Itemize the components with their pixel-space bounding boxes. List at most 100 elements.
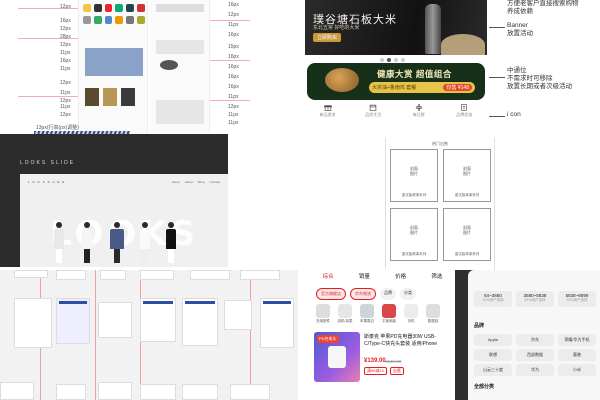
gift-icon <box>323 105 332 111</box>
screen-thumb[interactable] <box>56 298 90 344</box>
nav-item-quality[interactable]: 品质生活 <box>365 104 381 118</box>
promo-card[interactable]: 健康大赏 超值组合 大宗油+鲁雨鸡 套餐 仅售 ¥148 <box>307 63 485 100</box>
screen-thumb[interactable] <box>182 384 218 400</box>
nav-item-new[interactable]: 新品首发 <box>320 104 336 118</box>
brand-grid: Apple 京东 荣耀/华为手机 联想 西部数据 惠普 山云三十度 华为 小米 <box>474 334 596 376</box>
screen-thumb[interactable] <box>56 270 86 280</box>
screen-thumb[interactable] <box>240 270 280 280</box>
price-range-option[interactable]: 5838~8899 15%用户选择 <box>558 291 596 307</box>
screen-thumb[interactable] <box>224 300 252 330</box>
carousel-dot[interactable] <box>401 58 405 62</box>
menu-item[interactable]: Contact <box>210 180 220 184</box>
rice-image <box>441 34 485 55</box>
looks-page-mockup: L O O K S U R E Home About Shop Contact … <box>20 174 228 267</box>
spacing-tag: 11px <box>60 90 71 96</box>
nav-label: 新品首发 <box>319 112 336 117</box>
shop-list-panel: 综合 销量 价格 筛选 官方旗舰店 京东物流 品牌 分类 充电配件 耳机/耳麦 … <box>310 268 455 400</box>
category-thumb[interactable]: 耳机/耳麦 <box>336 304 354 324</box>
screen-thumb[interactable] <box>100 270 126 280</box>
screen-thumb[interactable] <box>98 382 132 400</box>
category-thumb[interactable]: 充电配件 <box>314 304 332 324</box>
screen-thumb[interactable] <box>14 298 52 348</box>
spacing-tag: 12px <box>60 26 71 32</box>
banner-buy-button[interactable]: 立即购买 <box>313 33 342 42</box>
annotation-leader <box>489 27 505 28</box>
price-range-option[interactable]: 3680~5838 52%用户选择 <box>516 291 554 307</box>
product-title[interactable]: 斯泰克 苹果PD充电器30W USB-C/Type-C快充头套装 适用iPhon… <box>364 334 452 348</box>
app-icon <box>83 16 91 24</box>
brand-option[interactable]: 小米 <box>558 364 596 376</box>
tab-comprehensive[interactable]: 综合 <box>323 272 334 280</box>
spacing-tag: 16px <box>228 74 239 80</box>
promo-pill[interactable]: 大宗油+鲁雨鸡 套餐 仅售 ¥148 <box>369 82 475 93</box>
screen-thumb[interactable] <box>140 270 174 280</box>
screen-thumb[interactable] <box>0 382 34 400</box>
menu-item[interactable]: Shop <box>198 180 205 184</box>
menu-item[interactable]: About <box>185 180 193 184</box>
category-thumb[interactable]: 苹果周边 <box>358 304 376 324</box>
screen-thumb[interactable] <box>260 298 294 348</box>
sort-tabs: 综合 销量 价格 筛选 <box>310 272 455 280</box>
category-thumb[interactable]: 平板电脑 <box>380 304 398 324</box>
spacing-tag: 11px <box>60 66 71 72</box>
screen-thumb[interactable] <box>230 384 270 400</box>
brand-option[interactable]: Apple <box>474 334 512 346</box>
app-icon <box>126 16 135 24</box>
tab-filter[interactable]: 筛选 <box>431 272 442 280</box>
chip-jd-logistics[interactable]: 京东物流 <box>350 288 376 300</box>
promo-tags: 满99减10 自营 <box>364 367 404 375</box>
spacing-tag: 11px <box>60 104 71 110</box>
screen-thumb[interactable] <box>98 302 132 338</box>
chip-brand[interactable]: 品牌 <box>380 288 396 300</box>
nav-item-brand[interactable]: 品牌优选 <box>456 104 472 118</box>
brand-option[interactable]: 惠普 <box>558 349 596 361</box>
brand-option[interactable]: 华为 <box>516 364 554 376</box>
product-image <box>160 60 178 70</box>
product-image[interactable]: PD充电头 <box>314 332 360 382</box>
cover-placeholder: 封面 图片 <box>410 224 418 235</box>
cover-placeholder: 封面 图片 <box>463 165 471 176</box>
wireframe-card[interactable]: 封面 图片 重试版故事系列 <box>390 208 438 261</box>
rice-banner[interactable]: 璞谷塘石板大米 东北五常 好吃的大米 立即购买 <box>305 0 487 55</box>
tab-sales[interactable]: 销量 <box>359 272 370 280</box>
spacing-tag: 16px <box>228 84 239 90</box>
chip-category[interactable]: 分类 <box>400 288 416 300</box>
product-price: ¥139.00 <box>364 358 386 364</box>
annotation-channel: 中通位 不需求时可移除 放置长期或者次级活动 <box>507 67 572 90</box>
app-icon <box>137 16 145 24</box>
nav-item-fresh[interactable]: 每日鲜 <box>411 104 427 118</box>
screen-thumb[interactable] <box>140 384 176 400</box>
text-block <box>156 4 204 12</box>
screen-thumb[interactable] <box>140 298 176 342</box>
nav-label: 每日鲜 <box>412 112 425 117</box>
screen-thumb[interactable] <box>190 270 230 280</box>
carousel-dot-active[interactable] <box>387 58 391 62</box>
brand-option[interactable]: 荣耀/华为手机 <box>558 334 596 346</box>
wireframe-card[interactable]: 封面 图片 重试版故事系列 <box>390 149 438 202</box>
spacing-tag: 12px <box>60 80 71 86</box>
model-figure <box>166 222 176 263</box>
carousel-dot[interactable] <box>394 58 398 62</box>
carousel-dot[interactable] <box>380 58 384 62</box>
product-image <box>103 88 117 106</box>
brand-option[interactable]: 山云三十度 <box>474 364 512 376</box>
menu-item[interactable]: Home <box>172 180 180 184</box>
brand-option[interactable]: 联想 <box>474 349 512 361</box>
brand-option[interactable]: 京东 <box>516 334 554 346</box>
nav-label: 品质生活 <box>365 112 382 117</box>
tab-price[interactable]: 价格 <box>395 272 406 280</box>
category-thumb[interactable]: 数据线 <box>424 304 442 324</box>
screen-thumb[interactable] <box>14 270 48 278</box>
screen-thumb[interactable] <box>56 384 86 400</box>
carousel-dots[interactable] <box>380 58 405 62</box>
wireframe-card[interactable]: 封面 图片 重试版故事系列 <box>443 149 491 202</box>
promo-label: 大宗油+鲁雨鸡 套餐 <box>372 85 417 91</box>
category-thumb[interactable]: 手机 <box>402 304 420 324</box>
chip-flagship[interactable]: 官方旗舰店 <box>316 288 346 300</box>
wireframe-card[interactable]: 封面 图片 重试版故事系列 <box>443 208 491 261</box>
price-range-option[interactable]: 64~3680 10%用户选择 <box>474 291 512 307</box>
all-category-label: 全部分类 <box>474 384 495 390</box>
screen-thumb[interactable] <box>182 298 218 346</box>
thumb-label: 平板电脑 <box>382 319 396 323</box>
brand-option[interactable]: 西部数据 <box>516 349 554 361</box>
